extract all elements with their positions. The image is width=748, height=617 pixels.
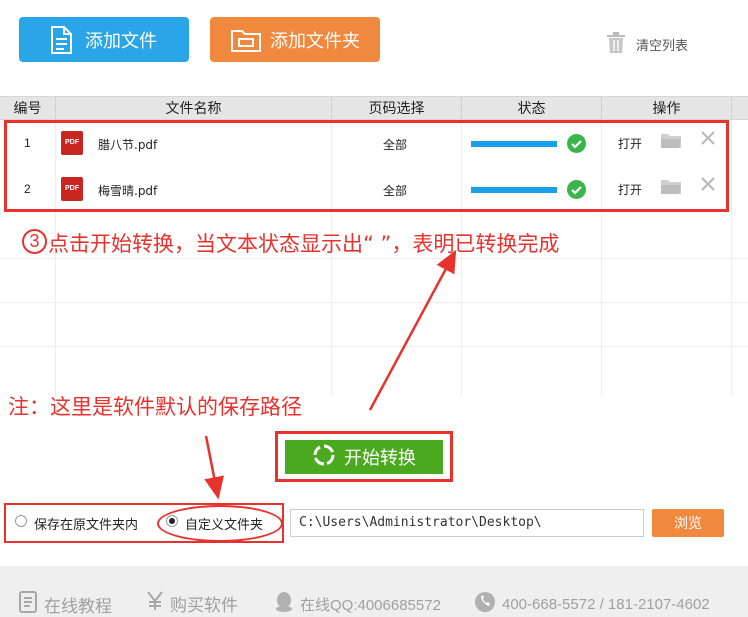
refresh-icon (312, 443, 336, 472)
yen-icon (146, 591, 164, 616)
start-convert-label: 开始转换 (344, 448, 416, 468)
phone-label: 400-668-5572 / 181-2107-4602 (502, 595, 710, 613)
radio-original-folder[interactable] (15, 515, 27, 527)
book-icon (18, 591, 38, 617)
phone-icon (474, 591, 496, 617)
online-qq-label: 在线QQ:4006685572 (300, 596, 441, 614)
save-path-field[interactable]: C:\Users\Administrator\Desktop\ (290, 509, 644, 537)
browse-button[interactable]: 浏览 (652, 509, 724, 537)
phone-contact: 400-668-5572 / 181-2107-4602 (474, 591, 710, 617)
buy-software-link[interactable]: 购买软件 (146, 591, 238, 616)
buy-software-label: 购买软件 (170, 596, 238, 615)
custom-folder-highlight (157, 505, 283, 542)
online-tutorial-label: 在线教程 (44, 597, 112, 616)
online-tutorial-link[interactable]: 在线教程 (18, 591, 112, 617)
option-original-label[interactable]: 保存在原文件夹内 (34, 514, 138, 533)
start-button-highlight: 开始转换 (275, 431, 453, 482)
online-qq-link[interactable]: 在线QQ:4006685572 (274, 591, 441, 617)
footer-bar: 在线教程 购买软件 在线QQ:4006685572 400-668-5572 /… (0, 566, 748, 617)
start-convert-button[interactable]: 开始转换 (285, 440, 443, 474)
qq-icon (274, 591, 294, 617)
